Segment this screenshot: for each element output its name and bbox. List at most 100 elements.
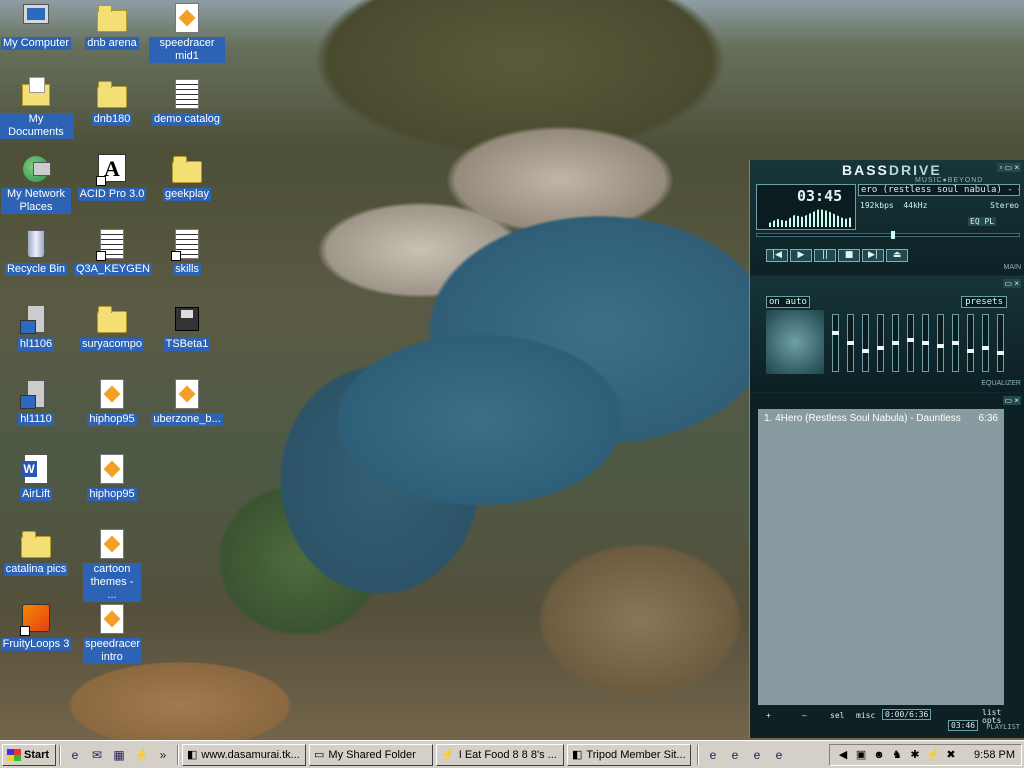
hiphop95-file-2[interactable]: hiphop95 [74, 453, 150, 501]
network-places-shortcut[interactable]: My Network Places [0, 153, 74, 214]
remove-button[interactable]: – [802, 711, 807, 720]
eject-button[interactable]: ⏏ [886, 249, 908, 262]
playlist-window-controls[interactable]: ▭ × [1002, 396, 1021, 405]
eq-slider-knob[interactable] [847, 341, 854, 345]
icon-label: Recycle Bin [4, 263, 68, 276]
playlist-item[interactable]: 1. 4Hero (Restless Soul Nabula) - Dauntl… [758, 409, 1004, 428]
hl1110-shortcut[interactable]: hl1110 [0, 378, 74, 426]
previous-button[interactable]: |◀ [766, 249, 788, 262]
eq-slider-knob[interactable] [922, 341, 929, 345]
eq-slider-knob[interactable] [892, 341, 899, 345]
eq-slider-9[interactable] [952, 314, 959, 372]
q3a-keygen-file[interactable]: Q3A_KEYGEN [74, 228, 152, 276]
winamp-playlist[interactable]: ▭ × 1. 4Hero (Restless Soul Nabula) - Da… [750, 393, 1024, 738]
taskbar-window-4[interactable]: ◧ Tripod Member Sit... [567, 743, 691, 766]
my-documents-shortcut[interactable]: My Documents [0, 77, 74, 139]
winamp-icon[interactable]: ⚡ [132, 746, 150, 764]
outlook-icon[interactable]: ✉ [88, 746, 106, 764]
close-app-icon[interactable]: ✖ [944, 748, 958, 762]
tray-app-icon[interactable]: ✱ [908, 748, 922, 762]
stop-button[interactable]: ■ [838, 249, 860, 262]
eq-slider-8[interactable] [937, 314, 944, 372]
dnb-arena-folder[interactable]: dnb arena [74, 2, 150, 50]
eq-on-auto[interactable]: on auto [766, 296, 810, 308]
eq-slider-4[interactable] [877, 314, 884, 372]
recycle-bin-icon [20, 228, 52, 260]
eq-slider-knob[interactable] [982, 346, 989, 350]
ie-icon[interactable]: e [770, 746, 788, 764]
seek-bar[interactable] [756, 231, 1020, 239]
winamp-main-window[interactable]: BASSDRIVE MUSIC●BEYOND ▫ ▭ × 03:45 ero (… [750, 160, 1024, 275]
eq-slider-knob[interactable] [937, 344, 944, 348]
eq-slider-knob[interactable] [997, 351, 1004, 355]
winamp-equalizer[interactable]: ▭ × on auto presets EQUALIZER [750, 276, 1024, 392]
winamp-tray-icon[interactable]: ⚡ [926, 748, 940, 762]
demo-catalog-file[interactable]: demo catalog [149, 78, 225, 126]
seek-handle[interactable] [891, 231, 895, 239]
window-controls[interactable]: ▫ ▭ × [997, 163, 1021, 172]
cartoon-themes-file[interactable]: cartoon themes - ... [74, 528, 150, 602]
messenger-icon[interactable]: ☻ [872, 748, 886, 762]
speedracer-mid1-file[interactable]: speedracer mid1 [149, 2, 225, 63]
eq-slider-10[interactable] [967, 314, 974, 372]
eq-toggle[interactable]: EQ PL [968, 217, 997, 226]
uberzone-file[interactable]: uberzone_b... [149, 378, 225, 426]
eq-slider-12[interactable] [997, 314, 1004, 372]
track-title: 1. 4Hero (Restless Soul Nabula) - Dauntl… [764, 413, 961, 424]
playlist-area[interactable]: 1. 4Hero (Restless Soul Nabula) - Dauntl… [758, 409, 1004, 705]
eq-slider-5[interactable] [892, 314, 899, 372]
eq-slider-2[interactable] [847, 314, 854, 372]
speedracer-intro-file[interactable]: speedracer intro [74, 603, 150, 664]
song-ticker: ero (restless soul nabula) - da [858, 184, 1020, 196]
add-button[interactable]: + [766, 711, 771, 720]
eq-slider-knob[interactable] [877, 346, 884, 350]
acid-pro-shortcut[interactable]: A ACID Pro 3.0 [74, 153, 150, 201]
hiphop95-file[interactable]: hiphop95 [74, 378, 150, 426]
aim-icon[interactable]: ♞ [890, 748, 904, 762]
eq-slider-knob[interactable] [832, 331, 839, 335]
eq-slider-7[interactable] [922, 314, 929, 372]
taskbar-window-3[interactable]: ⚡ I Eat Food 8 8 8's ... [436, 743, 564, 766]
ie-icon[interactable]: e [748, 746, 766, 764]
network-icon[interactable]: ▣ [854, 748, 868, 762]
airlift-file[interactable]: AirLift [0, 453, 74, 501]
suryacompo-folder[interactable]: suryacompo [74, 303, 150, 351]
volume-icon[interactable]: ◀ [836, 748, 850, 762]
hl1106-shortcut[interactable]: hl1106 [0, 303, 74, 351]
next-button[interactable]: ▶| [862, 249, 884, 262]
my-computer-shortcut[interactable]: My Computer [0, 2, 74, 50]
browser-icon: ◧ [572, 749, 583, 761]
program-icon [171, 228, 203, 261]
desktop-icon[interactable]: ▦ [110, 746, 128, 764]
eq-slider-knob[interactable] [862, 349, 869, 353]
elapsed-time: 03:45 [797, 187, 843, 205]
geekplay-folder[interactable]: geekplay [149, 153, 225, 201]
more-chevron-icon[interactable]: » [154, 746, 172, 764]
eq-slider-3[interactable] [862, 314, 869, 372]
recycle-bin-shortcut[interactable]: Recycle Bin [0, 228, 74, 276]
tsbeta1-shortcut[interactable]: TSBeta1 [149, 303, 225, 351]
skills-file[interactable]: skills [149, 228, 225, 276]
ie-icon[interactable]: e [66, 746, 84, 764]
eq-slider-knob[interactable] [952, 341, 959, 345]
ie-icon[interactable]: e [726, 746, 744, 764]
taskbar-window-1[interactable]: ◧ www.dasamurai.tk... [182, 743, 306, 766]
icon-label: My Network Places [1, 188, 71, 214]
misc-button[interactable]: misc [856, 711, 875, 720]
start-button[interactable]: Start [2, 743, 56, 766]
select-button[interactable]: sel [830, 711, 844, 720]
eq-slider-knob[interactable] [907, 338, 914, 342]
pause-button[interactable]: || [814, 249, 836, 262]
dnb180-folder[interactable]: dnb180 [74, 78, 150, 126]
catalina-pics-folder[interactable]: catalina pics [0, 528, 74, 576]
ie-icon[interactable]: e [704, 746, 722, 764]
eq-slider-1[interactable] [832, 314, 839, 372]
taskbar-window-2[interactable]: ▭ My Shared Folder [309, 743, 433, 766]
eq-slider-11[interactable] [982, 314, 989, 372]
play-button[interactable]: ▶ [790, 249, 812, 262]
fruityloops-shortcut[interactable]: FruityLoops 3 [0, 603, 74, 651]
eq-window-controls[interactable]: ▭ × [1002, 279, 1021, 288]
eq-slider-6[interactable] [907, 314, 914, 372]
eq-slider-knob[interactable] [967, 349, 974, 353]
presets-button[interactable]: presets [961, 296, 1007, 308]
